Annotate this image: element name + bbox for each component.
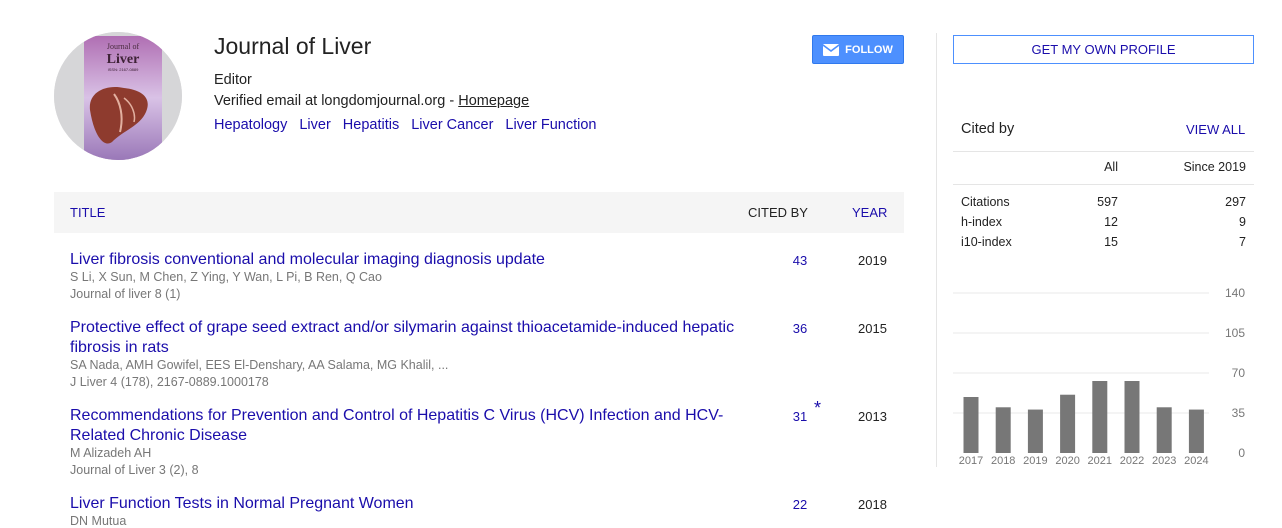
cover-title-small: Journal of — [107, 42, 140, 51]
y-tick-label: 105 — [1225, 326, 1245, 340]
stat-citations-since: 297 — [1225, 195, 1246, 209]
article-year: 2019 — [858, 253, 887, 268]
stat-label-h-index: h-index — [961, 215, 1002, 229]
x-tick-label: 2021 — [1088, 455, 1112, 467]
x-tick-label: 2024 — [1184, 455, 1208, 467]
article-title-link[interactable]: Liver Function Tests in Normal Pregnant … — [70, 494, 750, 514]
divider — [953, 151, 1254, 152]
citation-bar-2021[interactable] — [1092, 381, 1108, 453]
col-header-since: Since 2019 — [1183, 160, 1246, 174]
view-all-button[interactable]: VIEW ALL — [1186, 122, 1245, 137]
stat-citations-all: 597 — [1097, 195, 1118, 209]
verified-email-text: Verified email at longdomjournal.org - — [214, 93, 459, 109]
x-tick-label: 2019 — [1023, 455, 1047, 467]
stat-label-citations: Citations — [961, 195, 1010, 209]
x-tick-label: 2022 — [1120, 455, 1144, 467]
follow-label: FOLLOW — [845, 43, 893, 56]
cited-by-title: Cited by — [961, 121, 1015, 137]
profile-affiliation: Editor — [214, 72, 252, 88]
article-year: 2013 — [858, 409, 887, 424]
envelope-icon — [823, 43, 840, 56]
citation-bar-2019[interactable] — [1027, 409, 1043, 453]
article-authors: SA Nada, AMH Gowifel, EES El-Denshary, A… — [70, 358, 449, 372]
cover-title-large: Liver — [107, 52, 140, 67]
col-header-all: All — [1104, 160, 1118, 174]
citations-per-year-chart: 0 35 70 105 140 2017 2018 2019 2020 2021 2022 2023 2… — [953, 286, 1246, 467]
article-year: 2015 — [858, 321, 887, 336]
cited-by-count-link[interactable]: 43 — [792, 253, 808, 268]
article-authors: S Li, X Sun, M Chen, Z Ying, Y Wan, L Pi… — [70, 270, 382, 284]
article-title-link[interactable]: Liver fibrosis conventional and molecula… — [70, 250, 750, 270]
follow-button[interactable]: FOLLOW — [812, 35, 904, 64]
article-authors: M Alizadeh AH — [70, 446, 152, 460]
x-tick-label: 2023 — [1152, 455, 1176, 467]
citation-bar-2023[interactable] — [1156, 407, 1172, 453]
x-tick-label: 2020 — [1055, 455, 1079, 467]
cover-issn: ISSN: 2167-0889 — [108, 67, 139, 72]
stat-h-index-all: 12 — [1104, 215, 1118, 229]
research-interests: Hepatology Liver Hepatitis Liver Cancer Live… — [214, 117, 609, 133]
sort-by-title[interactable]: TITLE — [70, 205, 105, 220]
article-title-link[interactable]: Protective effect of grape seed extract … — [70, 318, 750, 358]
cited-by-count-link[interactable]: 22 — [792, 497, 808, 512]
column-cited-by[interactable]: CITED BY — [748, 205, 808, 220]
y-tick-label: 35 — [1232, 406, 1246, 420]
stat-label-i10-index: i10-index — [961, 235, 1012, 249]
article-journal: J Liver 4 (178), 2167-0889.1000178 — [70, 375, 269, 389]
citation-bar-2022[interactable] — [1124, 381, 1140, 453]
get-my-own-profile-button[interactable]: GET MY OWN PROFILE — [953, 35, 1254, 64]
interest-link-liver[interactable]: Liver — [299, 117, 330, 133]
profile-name: Journal of Liver — [214, 33, 372, 59]
sort-by-year[interactable]: YEAR — [852, 205, 887, 220]
article-year: 2018 — [858, 497, 887, 512]
article-journal: Journal of liver 8 (1) — [70, 287, 181, 301]
article-journal: Journal of Liver 3 (2), 8 — [70, 463, 199, 477]
interest-link-liver-cancer[interactable]: Liver Cancer — [411, 117, 493, 133]
y-tick-label: 70 — [1232, 366, 1246, 380]
column-divider — [936, 33, 937, 467]
merged-citations-star-icon[interactable]: * — [814, 398, 821, 419]
homepage-link[interactable]: Homepage — [458, 93, 529, 109]
citation-bar-2017[interactable] — [963, 397, 979, 453]
stat-i10-index-all: 15 — [1104, 235, 1118, 249]
article-title-link[interactable]: Recommendations for Prevention and Contr… — [70, 406, 750, 446]
profile-avatar: Journal of Liver ISSN: 2167-0889 — [54, 32, 182, 160]
cited-by-count-link[interactable]: 36 — [792, 321, 808, 336]
divider — [953, 184, 1254, 185]
stat-i10-index-since: 7 — [1239, 235, 1246, 249]
articles-table-header: TITLE CITED BY YEAR — [54, 192, 904, 233]
x-tick-label: 2018 — [991, 455, 1015, 467]
x-tick-label: 2017 — [959, 455, 983, 467]
citation-bar-2018[interactable] — [995, 407, 1011, 453]
y-tick-label: 140 — [1225, 286, 1245, 300]
cited-by-count-link[interactable]: 31 — [792, 409, 808, 424]
citation-bar-2024[interactable] — [1188, 409, 1204, 453]
y-tick-label: 0 — [1238, 446, 1245, 460]
profile-email: Verified email at longdomjournal.org - H… — [214, 93, 529, 109]
interest-link-hepatitis[interactable]: Hepatitis — [343, 117, 399, 133]
citation-bar-2020[interactable] — [1060, 394, 1076, 453]
interest-link-hepatology[interactable]: Hepatology — [214, 117, 287, 133]
stat-h-index-since: 9 — [1239, 215, 1246, 229]
interest-link-liver-function[interactable]: Liver Function — [505, 117, 596, 133]
journal-cover-image: Journal of Liver ISSN: 2167-0889 — [54, 32, 182, 160]
